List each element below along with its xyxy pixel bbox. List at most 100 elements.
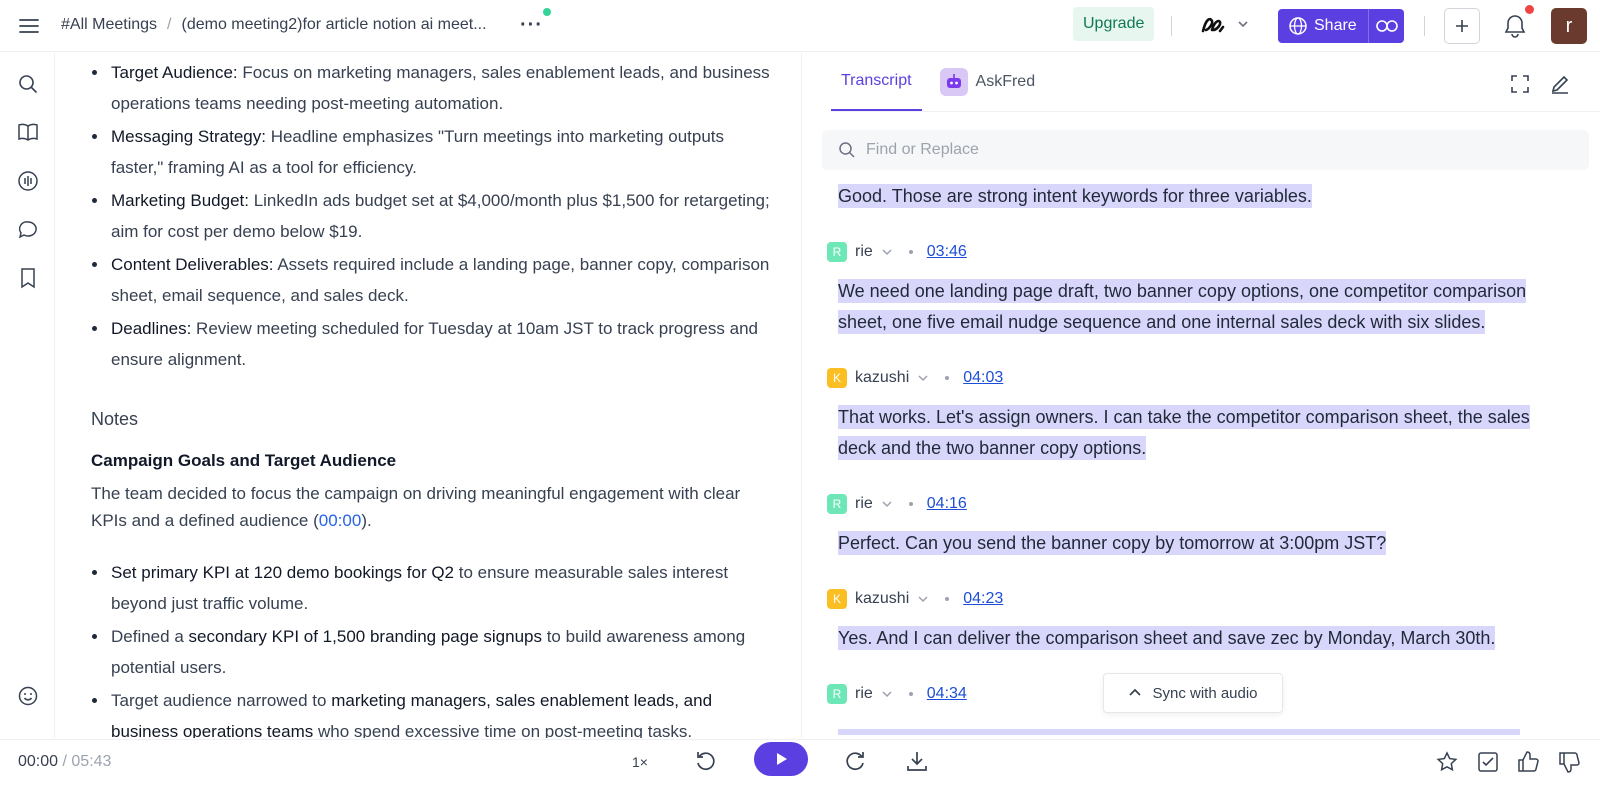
avatar[interactable]: r <box>1551 8 1587 44</box>
item-emphasis: Set primary KPI at 120 demo bookings for… <box>111 563 455 582</box>
more-options-button[interactable]: ··· <box>520 14 543 37</box>
utterance-text: That works. Let's assign owners. I can t… <box>838 405 1530 429</box>
share-button[interactable]: Share <box>1278 9 1368 43</box>
chevron-down-icon[interactable] <box>917 593 929 605</box>
breadcrumb-all-meetings[interactable]: #All Meetings <box>61 16 157 34</box>
checkbox-icon[interactable] <box>1476 750 1500 774</box>
goals-list: Set primary KPI at 120 demo bookings for… <box>56 557 801 738</box>
breadcrumb: #All Meetings / (demo meeting2)for artic… <box>61 16 487 34</box>
utterance-text: sheet, one five email nudge sequence and… <box>838 310 1486 334</box>
transcript-utterance[interactable]: We need one landing page draft, two bann… <box>838 276 1583 338</box>
list-item: Messaging Strategy: Headline emphasizes … <box>56 121 801 183</box>
thumbs-up-icon[interactable] <box>1516 750 1540 774</box>
speaker-name[interactable]: rie <box>855 243 873 261</box>
speaker-name[interactable]: rie <box>855 495 873 513</box>
rewind-icon[interactable] <box>693 748 719 774</box>
audio-player: 00:00 / 05:43 1× <box>0 739 1600 803</box>
timestamp-link[interactable]: 04:16 <box>927 495 967 513</box>
transcript-utterance[interactable]: Yes. And I can deliver the comparison sh… <box>838 623 1583 654</box>
chevron-down-icon[interactable] <box>881 246 893 258</box>
globe-icon <box>1289 17 1307 35</box>
timestamp-link[interactable]: 04:03 <box>963 369 1003 387</box>
audio-icon[interactable] <box>17 170 39 192</box>
edit-icon[interactable] <box>1549 73 1571 95</box>
playback-speed-button[interactable]: 1× <box>632 754 648 770</box>
speaker-name[interactable]: kazushi <box>855 369 909 387</box>
item-label: Content Deliverables: <box>111 255 274 274</box>
list-item: Target Audience: Focus on marketing mana… <box>56 57 801 119</box>
time-readout: 00:00 / 05:43 <box>18 753 111 771</box>
share-label: Share <box>1314 17 1357 34</box>
chat-icon[interactable] <box>17 219 39 241</box>
speaker-name[interactable]: kazushi <box>855 590 909 608</box>
notes-panel: Target Audience: Focus on marketing mana… <box>56 53 802 738</box>
chevron-down-icon[interactable] <box>881 688 893 700</box>
item-label: Target Audience: <box>111 63 238 82</box>
download-icon[interactable] <box>904 748 930 774</box>
separator-dot <box>908 250 913 254</box>
item-emphasis: secondary KPI of 1,500 branding page sig… <box>188 627 542 646</box>
search-icon[interactable] <box>17 73 39 95</box>
timestamp-link[interactable]: 04:34 <box>927 685 967 703</box>
upgrade-button[interactable]: Upgrade <box>1073 7 1155 41</box>
speaker-badge: K <box>827 368 847 388</box>
chevron-down-icon[interactable] <box>881 498 893 510</box>
summary-list: Target Audience: Focus on marketing mana… <box>56 57 801 377</box>
current-time: 00:00 <box>18 753 59 770</box>
link-icon <box>1375 20 1398 32</box>
separator-dot <box>945 376 950 380</box>
speaker-name[interactable]: rie <box>855 685 873 703</box>
speaker-badge: K <box>827 589 847 609</box>
item-text: Review meeting scheduled for Tuesday at … <box>111 319 758 369</box>
list-item: Deadlines: Review meeting scheduled for … <box>56 313 801 375</box>
transcript-tabs: Transcript AskFred <box>831 53 1035 111</box>
play-button[interactable] <box>754 742 808 776</box>
transcript-utterance[interactable]: Perfect. Can you send the banner copy by… <box>838 528 1583 559</box>
chevron-up-icon <box>1129 688 1142 696</box>
transcript-utterance[interactable]: Good. Those are strong intent keywords f… <box>838 181 1583 212</box>
thumbs-down-icon[interactable] <box>1557 750 1581 774</box>
star-icon[interactable] <box>1435 750 1459 774</box>
speaker-row: K kazushi 04:23 <box>827 589 1003 609</box>
transcript-utterance[interactable]: That works. Let's assign owners. I can t… <box>838 402 1583 464</box>
askfred-robot-icon <box>939 68 968 96</box>
chevron-down-icon[interactable] <box>917 372 929 384</box>
sync-with-audio-button[interactable]: Sync with audio <box>1103 673 1283 713</box>
hamburger-icon[interactable] <box>18 15 40 37</box>
list-item: Defined a secondary KPI of 1,500 brandin… <box>56 621 801 683</box>
utterance-highlight <box>838 729 1520 735</box>
paragraph-text: The team decided to focus the campaign o… <box>91 484 741 530</box>
bell-icon[interactable] <box>1502 13 1528 39</box>
timestamp-link[interactable]: 00:00 <box>319 511 362 530</box>
smiley-icon[interactable] <box>17 685 39 707</box>
sync-label: Sync with audio <box>1152 684 1258 702</box>
item-text: who spend excessive time on post-meeting… <box>313 722 693 738</box>
expand-icon[interactable] <box>1509 73 1531 95</box>
book-icon[interactable] <box>17 121 39 143</box>
speaker-row: R rie 03:46 <box>827 242 967 262</box>
notification-badge <box>1525 5 1534 14</box>
list-item: Content Deliverables: Assets required in… <box>56 249 801 311</box>
copy-link-button[interactable] <box>1368 9 1404 43</box>
forward-icon[interactable] <box>842 748 868 774</box>
speaker-badge: R <box>827 494 847 514</box>
new-meeting-button[interactable] <box>1444 8 1480 44</box>
tab-transcript[interactable]: Transcript <box>831 53 922 111</box>
find-replace-input[interactable] <box>866 141 1566 159</box>
timestamp-link[interactable]: 03:46 <box>927 243 967 261</box>
tab-askfred[interactable]: AskFred <box>939 68 1035 96</box>
item-label: Deadlines: <box>111 319 192 338</box>
meeting-title[interactable]: (demo meeting2)for article notion ai mee… <box>182 16 487 34</box>
section-paragraph: The team decided to focus the campaign o… <box>91 480 741 534</box>
separator-dot <box>908 502 913 506</box>
section-subheading: Campaign Goals and Target Audience <box>91 451 397 470</box>
timestamp-link[interactable]: 04:23 <box>963 590 1003 608</box>
speaker-row: R rie 04:34 <box>827 684 967 704</box>
paragraph-text: ). <box>361 511 372 530</box>
time-separator: / <box>62 753 67 770</box>
utterance-text: We need one landing page draft, two bann… <box>838 279 1527 303</box>
workspace-switcher[interactable] <box>1200 13 1250 35</box>
left-rail <box>0 53 55 738</box>
bookmark-icon[interactable] <box>17 267 39 289</box>
divider <box>1424 16 1425 36</box>
